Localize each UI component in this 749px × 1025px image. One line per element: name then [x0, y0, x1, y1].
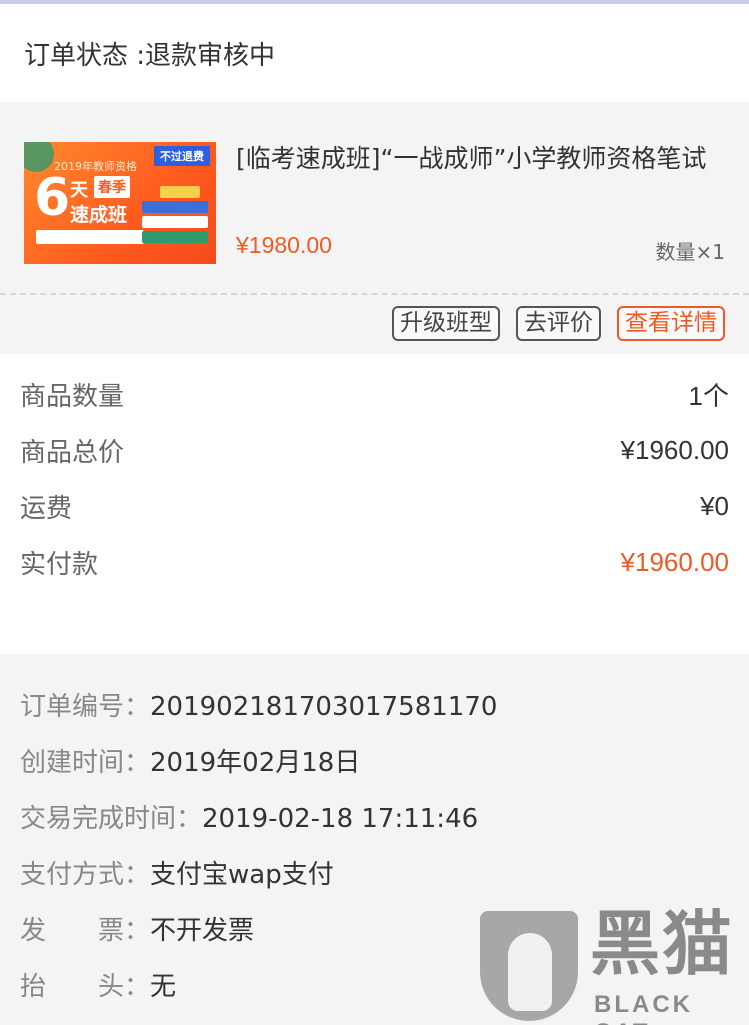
product-title[interactable]: [临考速成班]“一战成师”小学教师资格笔试	[236, 142, 726, 176]
detail-invoice: 发 票：不开发票	[20, 910, 254, 947]
summary-row-total: 商品总价 ¥1960.00	[20, 430, 729, 470]
detail-order-number: 订单编号：201902181703017581170	[20, 686, 497, 723]
detail-label: 支付方式：	[20, 860, 151, 890]
write-review-button[interactable]: 去评价	[516, 306, 601, 341]
upgrade-class-button[interactable]: 升级班型	[392, 306, 500, 341]
summary-row-quantity: 商品数量 1个	[20, 374, 729, 414]
product-quantity: 数量×1	[655, 240, 725, 264]
summary-row-paid: 实付款 ¥1960.00	[20, 542, 729, 582]
detail-value: 不开发票	[150, 916, 255, 946]
detail-value: 201902181703017581170	[150, 692, 498, 722]
detail-label: 创建时间：	[20, 748, 151, 778]
summary-label: 商品数量	[20, 381, 125, 412]
summary-value: ¥1960.00	[620, 434, 729, 465]
watermark-cn-text: 黑猫	[590, 903, 734, 985]
cat-shield-icon	[480, 911, 578, 1021]
books-illustration	[142, 186, 208, 256]
order-status-value: 退款审核中	[145, 40, 276, 71]
thumbnail-season-badge: 春季	[94, 176, 130, 198]
order-status-bar: 订单状态 : 退款审核中	[0, 4, 749, 102]
detail-created-time: 创建时间：2019年02月18日	[20, 742, 360, 779]
detail-completed-time: 交易完成时间：2019-02-18 17:11:46	[20, 798, 478, 835]
order-status-label: 订单状态 :	[24, 40, 146, 71]
thumbnail-course-text: 速成班	[70, 204, 128, 226]
detail-label: 发 票：	[20, 916, 151, 946]
detail-invoice-title: 抬 头：无	[20, 966, 176, 1003]
thumbnail-big-number: 6	[34, 168, 71, 228]
detail-payment-method: 支付方式：支付宝wap支付	[20, 854, 334, 891]
black-cat-watermark: 黑猫 BLACK CAT	[478, 905, 749, 1025]
product-price: ¥1980.00	[236, 232, 332, 258]
detail-label: 交易完成时间：	[20, 804, 203, 834]
summary-value: ¥0	[700, 490, 729, 521]
detail-label: 抬 头：	[20, 972, 151, 1002]
dashed-divider	[0, 293, 749, 295]
no-refund-tag: 不过退费	[154, 146, 210, 166]
detail-value: 2019年02月18日	[150, 748, 361, 778]
summary-label: 实付款	[20, 549, 99, 580]
thumbnail-day-text: 天	[70, 180, 88, 201]
product-thumbnail[interactable]: 不过退费 2019年教师资格 6 天 春季 速成班	[24, 142, 216, 264]
detail-label: 订单编号：	[20, 692, 151, 722]
view-details-button[interactable]: 查看详情	[617, 306, 725, 341]
product-card[interactable]: 不过退费 2019年教师资格 6 天 春季 速成班 [临考速成班]“一战成师”小…	[0, 102, 749, 354]
summary-value-paid: ¥1960.00	[620, 546, 729, 577]
summary-row-shipping: 运费 ¥0	[20, 486, 729, 526]
summary-label: 运费	[20, 493, 73, 524]
order-summary: 商品数量 1个 商品总价 ¥1960.00 运费 ¥0 实付款 ¥1960.00	[0, 354, 749, 654]
cat-silhouette-icon	[508, 933, 552, 1011]
summary-label: 商品总价	[20, 437, 125, 468]
summary-value: 1个	[688, 380, 729, 411]
action-buttons: 升级班型 去评价 查看详情	[392, 306, 725, 341]
watermark-en-text: BLACK CAT	[594, 991, 693, 1025]
detail-value: 2019-02-18 17:11:46	[202, 804, 479, 834]
detail-value: 无	[150, 972, 177, 1002]
detail-value: 支付宝wap支付	[150, 860, 334, 890]
thumbnail-strip	[36, 230, 144, 244]
